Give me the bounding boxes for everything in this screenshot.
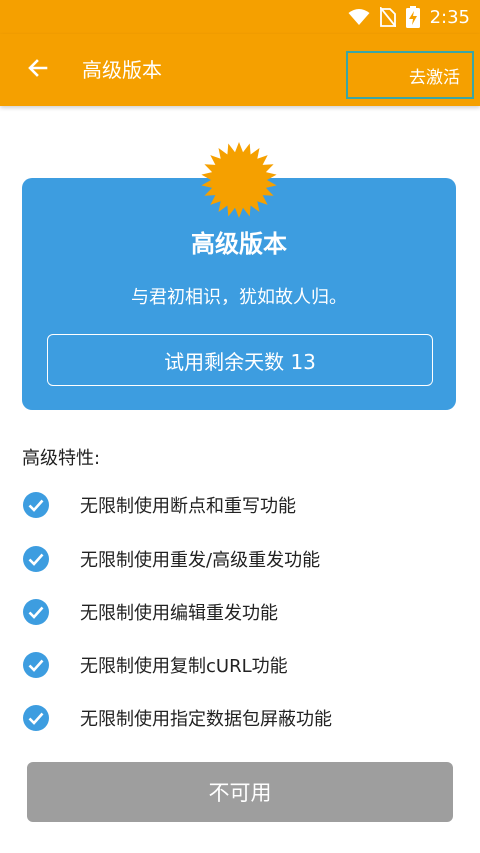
feature-item: 无限制使用重发/高级重发功能 bbox=[22, 544, 320, 574]
status-time: 2:35 bbox=[429, 6, 470, 28]
feature-label: 无限制使用编辑重发功能 bbox=[80, 603, 278, 624]
feature-item: 无限制使用复制cURL功能 bbox=[22, 650, 288, 680]
feature-label: 无限制使用复制cURL功能 bbox=[80, 656, 288, 677]
arrow-left-icon bbox=[26, 56, 50, 84]
battery-charging-icon bbox=[405, 6, 420, 28]
feature-item: 无限制使用编辑重发功能 bbox=[22, 597, 278, 627]
features-heading: 高级特性: bbox=[22, 448, 101, 469]
feature-label: 无限制使用重发/高级重发功能 bbox=[80, 550, 321, 571]
unavailable-button[interactable]: 不可用 bbox=[27, 762, 453, 822]
feature-label: 无限制使用断点和重写功能 bbox=[80, 496, 296, 517]
card-subtitle: 与君初相识，犹如故人归。 bbox=[131, 287, 347, 308]
feature-item: 无限制使用断点和重写功能 bbox=[22, 490, 296, 520]
feature-label: 无限制使用指定数据包屏蔽功能 bbox=[80, 709, 332, 730]
check-circle-icon bbox=[22, 545, 50, 573]
card-title: 高级版本 bbox=[191, 230, 287, 258]
feature-item: 无限制使用指定数据包屏蔽功能 bbox=[22, 703, 332, 733]
check-circle-icon bbox=[22, 491, 50, 519]
no-sim-icon bbox=[379, 7, 396, 27]
wifi-icon bbox=[348, 8, 370, 26]
check-circle-icon bbox=[22, 598, 50, 626]
activate-button[interactable]: 去激活 bbox=[346, 51, 474, 99]
status-bar: 2:35 bbox=[0, 0, 480, 34]
app-bar: 高级版本 去激活 bbox=[0, 34, 480, 106]
page-title: 高级版本 bbox=[82, 58, 162, 82]
trial-days-box: 试用剩余天数 13 bbox=[47, 334, 433, 386]
check-circle-icon bbox=[22, 704, 50, 732]
starburst-badge-icon bbox=[199, 140, 279, 220]
status-icons: 2:35 bbox=[348, 4, 470, 30]
check-circle-icon bbox=[22, 651, 50, 679]
back-button[interactable] bbox=[22, 54, 54, 86]
